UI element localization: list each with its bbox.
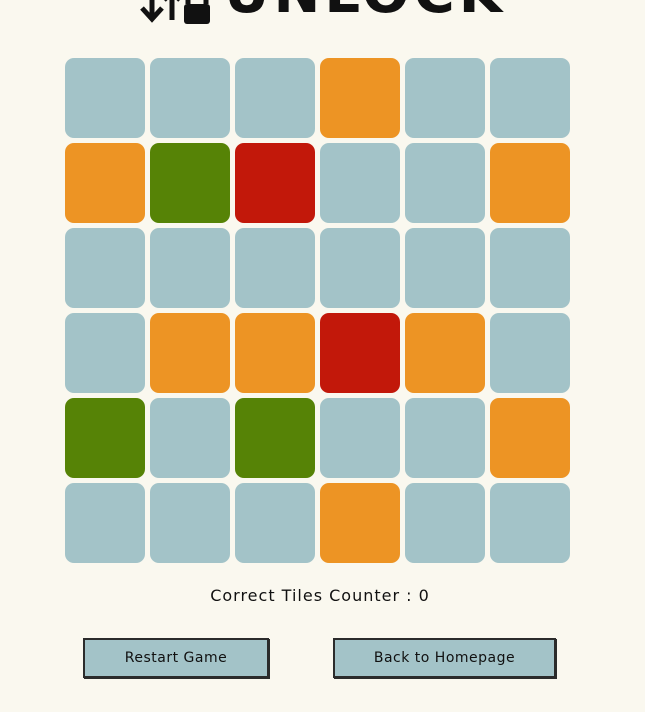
tile-orange[interactable]	[235, 313, 315, 393]
tile-orange[interactable]	[490, 143, 570, 223]
tile-grey[interactable]	[320, 228, 400, 308]
tile-orange[interactable]	[320, 483, 400, 563]
tile-grey[interactable]	[235, 483, 315, 563]
tile-red[interactable]	[235, 143, 315, 223]
tile-grey[interactable]	[235, 58, 315, 138]
tile-grey[interactable]	[150, 228, 230, 308]
tile-green[interactable]	[235, 398, 315, 478]
back-to-homepage-button[interactable]: Back to Homepage	[333, 638, 556, 678]
tile-grey[interactable]	[490, 483, 570, 563]
tile-grey[interactable]	[405, 228, 485, 308]
tile-grey[interactable]	[65, 228, 145, 308]
tile-grey[interactable]	[490, 228, 570, 308]
tile-grey[interactable]	[320, 143, 400, 223]
tile-grey[interactable]	[405, 58, 485, 138]
tile-orange[interactable]	[65, 143, 145, 223]
tile-grey[interactable]	[235, 228, 315, 308]
tile-green[interactable]	[65, 398, 145, 478]
tile-red[interactable]	[320, 313, 400, 393]
tile-grey[interactable]	[405, 143, 485, 223]
game-title: UNLOCK	[138, 0, 506, 24]
correct-tiles-counter: Correct Tiles Counter : 0	[210, 586, 430, 605]
tile-grey[interactable]	[405, 398, 485, 478]
tile-grey[interactable]	[65, 58, 145, 138]
tile-grey[interactable]	[490, 313, 570, 393]
tile-grey[interactable]	[65, 313, 145, 393]
tile-orange[interactable]	[405, 313, 485, 393]
tile-grey[interactable]	[490, 58, 570, 138]
game-board	[65, 58, 570, 563]
restart-game-button[interactable]: Restart Game	[83, 638, 269, 678]
arrows-lock-icon	[138, 0, 210, 24]
tile-grey[interactable]	[405, 483, 485, 563]
tile-grey[interactable]	[320, 398, 400, 478]
tile-orange[interactable]	[490, 398, 570, 478]
tile-grey[interactable]	[65, 483, 145, 563]
tile-green[interactable]	[150, 143, 230, 223]
tile-orange[interactable]	[320, 58, 400, 138]
tile-grey[interactable]	[150, 398, 230, 478]
tile-orange[interactable]	[150, 313, 230, 393]
tile-grey[interactable]	[150, 483, 230, 563]
title-text: UNLOCK	[224, 0, 506, 24]
tile-grey[interactable]	[150, 58, 230, 138]
